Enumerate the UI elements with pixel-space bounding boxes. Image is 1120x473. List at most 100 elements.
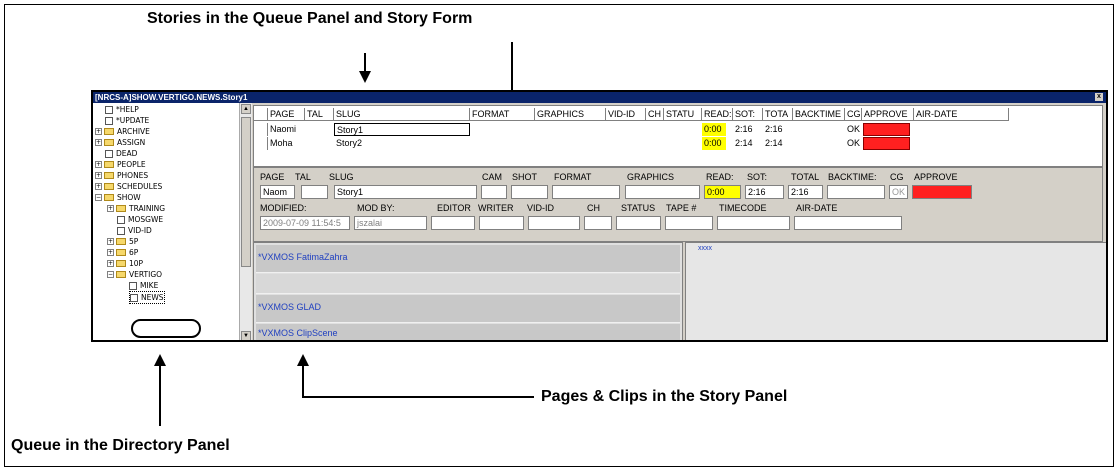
col-slug[interactable]: SLUG <box>334 108 470 121</box>
expand-icon[interactable]: + <box>95 161 102 168</box>
cell-cg: OK <box>847 124 861 134</box>
tal-field[interactable] <box>301 185 328 199</box>
col-vid-id[interactable]: VID-ID <box>606 108 646 121</box>
expand-icon[interactable]: + <box>95 128 102 135</box>
ch-field[interactable] <box>584 216 612 230</box>
story-page-blank[interactable] <box>256 274 680 294</box>
tree-item-news[interactable]: NEWS <box>129 291 165 304</box>
page-field[interactable]: Naom <box>260 185 295 199</box>
writer-field[interactable] <box>479 216 524 230</box>
col-air-date[interactable]: AIR-DATE <box>914 108 1009 121</box>
tape-field[interactable] <box>665 216 713 230</box>
expand-icon[interactable]: + <box>107 205 114 212</box>
scroll-thumb[interactable] <box>241 117 251 267</box>
label-graphics: GRAPHICS <box>627 172 675 182</box>
col-page[interactable]: PAGE <box>268 108 305 121</box>
callout-queue-and-form: Stories in the Queue Panel and Story For… <box>147 10 473 27</box>
col-status[interactable]: STATU <box>664 108 702 121</box>
total-field[interactable]: 2:16 <box>788 185 823 199</box>
directory-panel: *HELP *UPDATE + ARCHIVE + ASSIGN DEAD + PEO… <box>93 103 240 340</box>
label-ch: CH <box>587 203 600 213</box>
col-ch[interactable]: CH <box>646 108 664 121</box>
window-title: [NRCS-A]SHOW.VERTIGO.NEWS.Story1 <box>95 93 248 102</box>
tree-item-vertigo[interactable]: − VERTIGO <box>107 269 162 280</box>
cell-slug[interactable]: Story1 <box>334 123 470 136</box>
cell-slug[interactable]: Story2 <box>334 137 470 150</box>
story-page-clipscene[interactable]: *VXMOS ClipScene <box>256 324 680 340</box>
cell-approve[interactable] <box>863 123 910 136</box>
col-tal[interactable]: TAL <box>305 108 334 121</box>
slug-field[interactable]: Story1 <box>334 185 477 199</box>
tree-item-10p[interactable]: +10P <box>107 258 143 269</box>
approve-field[interactable] <box>912 185 972 199</box>
cg-field[interactable]: OK <box>889 185 908 199</box>
tree-item-vid-id[interactable]: VID-ID <box>117 225 152 236</box>
tree-item-archive[interactable]: + ARCHIVE <box>95 126 150 137</box>
queue-icon <box>117 226 125 235</box>
label-backtime: BACKTIME: <box>828 172 877 182</box>
tree-item-update[interactable]: *UPDATE <box>105 115 149 126</box>
mod-by-field[interactable]: jszalai <box>354 216 427 230</box>
story-page-fatimazahra[interactable]: *VXMOS FatimaZahra <box>256 245 680 273</box>
modified-field[interactable]: 2009-07-09 11:54:5 <box>260 216 350 230</box>
tree-item-assign[interactable]: + ASSIGN <box>95 137 145 148</box>
directory-scrollbar[interactable]: ▲ ▼ <box>239 103 252 340</box>
story-page-glad[interactable]: *VXMOS GLAD <box>256 295 680 323</box>
backtime-field[interactable] <box>827 185 885 199</box>
cell-approve[interactable] <box>863 137 910 150</box>
read-field[interactable]: 0:00 <box>704 185 741 199</box>
expand-icon[interactable]: + <box>95 183 102 190</box>
expand-icon[interactable]: + <box>107 260 114 267</box>
close-icon[interactable]: x <box>1095 93 1103 101</box>
col-read[interactable]: READ: <box>702 108 733 121</box>
col-format[interactable]: FORMAT <box>470 108 535 121</box>
tree-item-5p[interactable]: +5P <box>107 236 138 247</box>
tree-item-mosgwe[interactable]: MOSGWE <box>117 214 163 225</box>
expand-icon[interactable]: + <box>107 238 114 245</box>
vid-id-field[interactable] <box>528 216 580 230</box>
row-marker <box>254 137 268 150</box>
tree-item-dead[interactable]: DEAD <box>105 148 137 159</box>
col-total[interactable]: TOTA <box>763 108 793 121</box>
editor-field[interactable] <box>431 216 475 230</box>
graphics-field[interactable] <box>625 185 700 199</box>
row-marker-header <box>254 108 268 121</box>
col-backtime[interactable]: BACKTIME <box>793 108 845 121</box>
sot-field[interactable]: 2:16 <box>745 185 784 199</box>
shot-field[interactable] <box>511 185 548 199</box>
status-field[interactable] <box>616 216 661 230</box>
scroll-down-icon[interactable]: ▼ <box>241 331 251 340</box>
label-slug: SLUG <box>329 172 354 182</box>
cam-field[interactable] <box>481 185 507 199</box>
format-field[interactable] <box>552 185 620 199</box>
collapse-icon[interactable]: − <box>107 271 114 278</box>
col-cg[interactable]: CG <box>845 108 862 121</box>
tree-item-training[interactable]: + TRAINING <box>107 203 165 214</box>
label-cam: CAM <box>482 172 502 182</box>
cell-total: 2:16 <box>765 124 783 134</box>
air-date-field[interactable] <box>794 216 902 230</box>
tree-item-help[interactable]: *HELP <box>105 104 139 115</box>
tree-item-6p[interactable]: +6P <box>107 247 138 258</box>
label-air-date: AIR-DATE <box>796 203 838 213</box>
expand-icon[interactable]: + <box>95 139 102 146</box>
label-format: FORMAT <box>554 172 592 182</box>
tree-item-schedules[interactable]: + SCHEDULES <box>95 181 162 192</box>
callout-line-1 <box>364 53 366 71</box>
tree-item-phones[interactable]: + PHONES <box>95 170 148 181</box>
label-editor: EDITOR <box>437 203 471 213</box>
collapse-icon[interactable]: − <box>95 194 102 201</box>
expand-icon[interactable]: + <box>107 249 114 256</box>
col-graphics[interactable]: GRAPHICS <box>535 108 606 121</box>
story-text-panel[interactable]: xxxx <box>685 242 1106 340</box>
tree-item-people[interactable]: + PEOPLE <box>95 159 146 170</box>
tree-item-show[interactable]: − SHOW <box>95 192 141 203</box>
queue-icon <box>130 293 138 302</box>
scroll-up-icon[interactable]: ▲ <box>241 104 251 114</box>
queue-icon <box>105 105 113 114</box>
tree-item-mike[interactable]: MIKE <box>129 280 158 291</box>
expand-icon[interactable]: + <box>95 172 102 179</box>
col-approve[interactable]: APPROVE <box>862 108 914 121</box>
col-sot[interactable]: SOT: <box>733 108 763 121</box>
timecode-field[interactable] <box>717 216 790 230</box>
